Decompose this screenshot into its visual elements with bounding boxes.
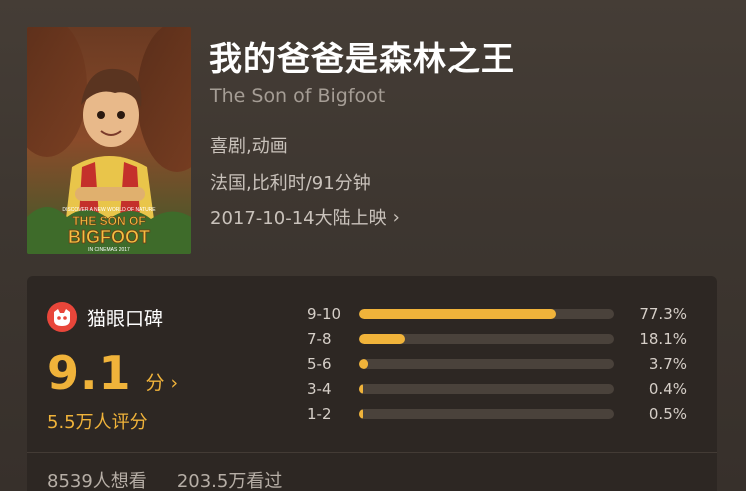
watched-count: 203.5万看过: [176, 471, 283, 491]
movie-title: 我的爸爸是森林之王: [209, 39, 515, 78]
poster-tagline: DISCOVER A NEW WORLD OF NATURE: [62, 207, 156, 213]
rating-range-label: 5-6: [307, 355, 332, 373]
rating-range-label: 9-10: [307, 305, 342, 323]
rating-bar-fill: [359, 309, 557, 319]
vote-count: 5.5万人评分: [47, 412, 148, 433]
brand-name: 猫眼口碑: [87, 307, 164, 330]
rating-percent: 77.3%: [639, 305, 687, 323]
rating-bar-fill: [359, 359, 369, 369]
rating-row: 9-10 77.3%: [307, 304, 687, 324]
want-to-see-count: 8539人想看: [47, 471, 147, 491]
score-value: 9.1: [47, 346, 132, 400]
poster-title-line2: BIGFOOT: [68, 227, 150, 247]
cat-eye-logo-icon: [47, 302, 77, 332]
rating-row: 1-2 0.5%: [307, 404, 687, 424]
rating-bar-fill: [359, 409, 364, 419]
rating-range-label: 1-2: [307, 405, 332, 423]
score-link[interactable]: 9.1 分 ›: [47, 346, 178, 400]
movie-original-title: The Son of Bigfoot: [210, 85, 386, 107]
divider: [27, 452, 717, 453]
rating-percent: 18.1%: [639, 330, 687, 348]
chevron-right-icon: ›: [392, 206, 400, 228]
rating-range-label: 3-4: [307, 380, 332, 398]
rating-bar-track: [359, 409, 614, 419]
poster-title-line1: THE SON OF: [72, 214, 145, 228]
rating-percent: 0.4%: [648, 380, 687, 398]
rating-percent: 0.5%: [648, 405, 687, 423]
movie-genre: 喜剧,动画: [210, 136, 288, 157]
chevron-right-icon: ›: [170, 372, 179, 394]
movie-poster[interactable]: DISCOVER A NEW WORLD OF NATURE THE SON O…: [27, 27, 191, 254]
rating-bar-track: [359, 309, 614, 319]
rating-bar-fill: [359, 384, 364, 394]
rating-row: 5-6 3.7%: [307, 354, 687, 374]
rating-bar-track: [359, 384, 614, 394]
rating-bar-track: [359, 334, 614, 344]
rating-brand: 猫眼口碑: [47, 302, 163, 332]
rating-row: 3-4 0.4%: [307, 379, 687, 399]
rating-percent: 3.7%: [648, 355, 687, 373]
poster-footer: IN CINEMAS 2017: [88, 247, 130, 253]
release-date: 2017-10-14大陆上映: [210, 208, 387, 229]
rating-row: 7-8 18.1%: [307, 329, 687, 349]
rating-bar-fill: [359, 334, 406, 344]
movie-country-runtime: 法国,比利时/91分钟: [210, 173, 371, 194]
audience-stats: 8539人想看 203.5万看过: [47, 467, 282, 491]
poster-image: DISCOVER A NEW WORLD OF NATURE THE SON O…: [27, 27, 191, 254]
score-unit: 分: [145, 372, 165, 394]
rating-card: 猫眼口碑 9.1 分 › 5.5万人评分 9-10 77.3% 7-8 18.1% 5-…: [27, 276, 717, 491]
rating-bar-track: [359, 359, 614, 369]
rating-range-label: 7-8: [307, 330, 332, 348]
release-date-link[interactable]: 2017-10-14大陆上映 ›: [210, 204, 400, 230]
